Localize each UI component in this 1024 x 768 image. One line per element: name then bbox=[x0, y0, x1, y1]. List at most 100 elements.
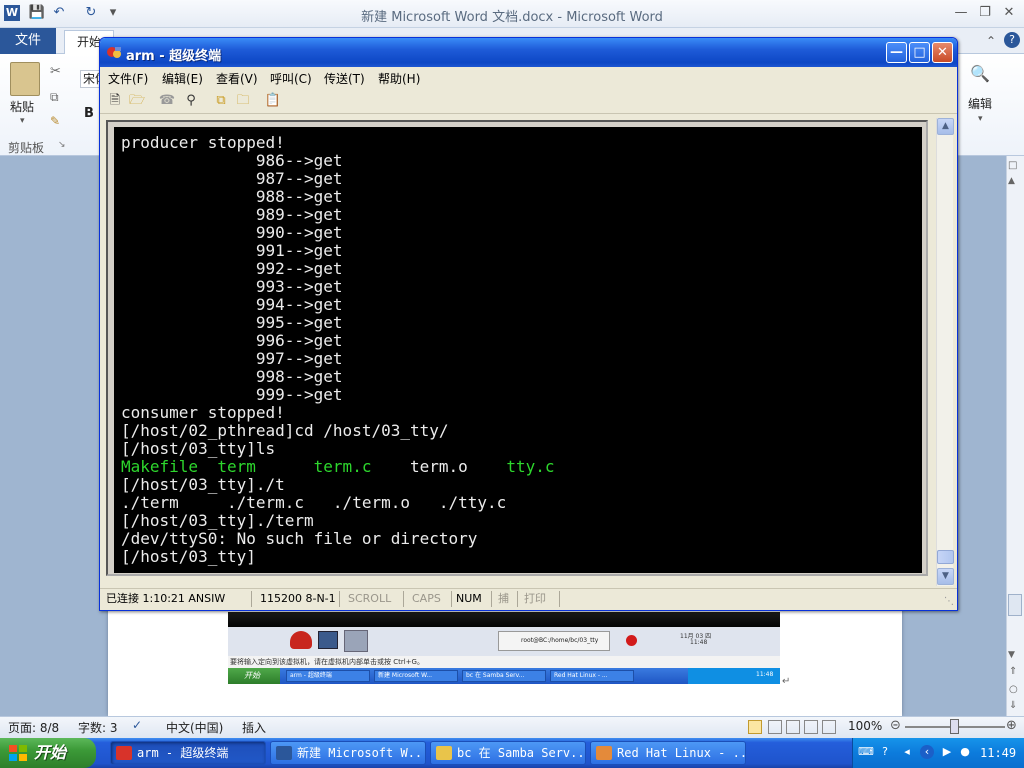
outline-view-icon[interactable] bbox=[804, 720, 818, 734]
language-status[interactable]: 中文(中国) bbox=[166, 719, 223, 736]
word-close-button[interactable]: ✕ bbox=[998, 5, 1020, 23]
terminal-icon bbox=[318, 631, 338, 649]
ime-icon[interactable]: ◂ bbox=[900, 745, 914, 759]
clipboard-group-label: 剪贴板 bbox=[8, 141, 45, 155]
antivirus-icon[interactable]: ● bbox=[958, 745, 972, 759]
insert-mode-status[interactable]: 插入 bbox=[242, 719, 266, 736]
zoom-in-icon[interactable]: ⊕ bbox=[1006, 718, 1017, 733]
terminal-line: [/host/03_tty]./term bbox=[121, 511, 314, 530]
hyperterminal-title: arm - 超级终端 bbox=[126, 49, 222, 64]
print-layout-view-icon[interactable] bbox=[748, 720, 762, 734]
copy-icon[interactable]: ⧉ bbox=[50, 90, 59, 105]
capture-status: 捕 bbox=[494, 591, 518, 607]
ruler-toggle-icon[interactable]: □ bbox=[1008, 160, 1017, 171]
tray-expand-icon[interactable]: ‹ bbox=[920, 745, 934, 759]
web-layout-view-icon[interactable] bbox=[786, 720, 800, 734]
word-vertical-scrollbar[interactable] bbox=[1006, 156, 1024, 716]
scroll-down-icon[interactable]: ▼ bbox=[1008, 650, 1015, 660]
task-hyperterminal[interactable]: arm - 超级终端 bbox=[110, 741, 266, 765]
clipboard-launcher-icon[interactable]: ↘ bbox=[58, 140, 66, 150]
cut-icon[interactable]: ✂ bbox=[50, 64, 61, 79]
tab-file[interactable]: 文件 bbox=[0, 28, 56, 54]
call-icon[interactable]: ☎ bbox=[158, 92, 176, 110]
folder-task-icon bbox=[436, 746, 452, 760]
terminal-scroll-thumb[interactable] bbox=[937, 550, 954, 564]
hyperterminal-window: arm - 超级终端 — □ ✕ 文件(F) 编辑(E) 查看(V) 呼叫(C)… bbox=[99, 37, 958, 611]
hyperterminal-maximize-button[interactable]: □ bbox=[909, 42, 930, 63]
terminal-line: 990-->get bbox=[121, 223, 343, 242]
draft-view-icon[interactable] bbox=[822, 720, 836, 734]
menu-call[interactable]: 呼叫(C) bbox=[270, 70, 312, 87]
hyperterminal-close-button[interactable]: ✕ bbox=[932, 42, 953, 63]
terminal-line: 988-->get bbox=[121, 187, 343, 206]
new-connection-icon[interactable]: 🗎 bbox=[106, 92, 124, 110]
select-browse-object-icon[interactable]: ○ bbox=[1009, 684, 1018, 695]
network-icon[interactable]: ▶ bbox=[940, 745, 954, 759]
task-word[interactable]: 新建 Microsoft W... bbox=[270, 741, 426, 765]
terminal-screen[interactable]: producer stopped! 986-->get 987-->get 98… bbox=[114, 127, 922, 573]
format-painter-icon[interactable]: ✎ bbox=[50, 114, 60, 128]
word-minimize-button[interactable]: — bbox=[950, 5, 972, 23]
terminal-line: [/host/03_tty]ls bbox=[121, 439, 276, 458]
vm-task-icon bbox=[596, 746, 612, 760]
scroll-status: SCROLL bbox=[344, 591, 404, 607]
menu-transfer[interactable]: 传送(T) bbox=[324, 70, 365, 87]
menu-file[interactable]: 文件(F) bbox=[108, 70, 148, 87]
terminal-line: [/host/03_tty] bbox=[121, 547, 256, 566]
word-scroll-thumb[interactable] bbox=[1008, 594, 1022, 616]
paste-icon[interactable] bbox=[10, 62, 40, 96]
terminal-line: 999-->get bbox=[121, 385, 343, 404]
word-count[interactable]: 字数: 3 bbox=[78, 719, 118, 736]
terminal-line: 998-->get bbox=[121, 367, 343, 386]
send-icon[interactable]: ⧉ bbox=[212, 92, 230, 110]
connection-status: 已连接 1:10:21 ANSIW bbox=[102, 591, 252, 607]
paste-dropdown-icon[interactable]: ▾ bbox=[20, 116, 25, 126]
terminal-line: [/host/02_pthread]cd /host/03_tty/ bbox=[121, 421, 449, 440]
ribbon-collapse-icon[interactable]: ⌃ bbox=[986, 34, 996, 48]
ls-entry: term.c bbox=[313, 457, 372, 476]
edit-group-label[interactable]: 编辑 bbox=[968, 95, 992, 112]
fullscreen-reading-view-icon[interactable] bbox=[768, 720, 782, 734]
find-icon[interactable]: 🔍 bbox=[970, 64, 990, 83]
zoom-level[interactable]: 100% bbox=[848, 719, 882, 733]
paste-label[interactable]: 粘贴 bbox=[10, 98, 34, 115]
receive-icon[interactable]: 🗀 bbox=[234, 92, 252, 110]
zoom-out-icon[interactable]: ⊝ bbox=[890, 718, 901, 733]
embedded-task-1: 新建 Microsoft W... bbox=[374, 670, 458, 682]
num-status: NUM bbox=[452, 591, 492, 607]
resize-grip-icon[interactable]: ⋱ bbox=[944, 596, 954, 607]
zoom-slider-thumb[interactable] bbox=[950, 719, 959, 734]
font-name-box[interactable]: 宋体 bbox=[80, 70, 100, 88]
disconnect-icon[interactable]: ⚲ bbox=[182, 92, 200, 110]
windows-logo-icon bbox=[9, 745, 27, 761]
next-page-icon[interactable]: ⇓ bbox=[1009, 700, 1017, 711]
terminal-output-after: [/host/03_tty]./t ./term ./term.c ./term.… bbox=[121, 476, 922, 566]
edit-dropdown-icon[interactable]: ▾ bbox=[978, 114, 983, 124]
terminal-vertical-scrollbar[interactable]: ▲ ▼ bbox=[936, 118, 954, 586]
task-samba[interactable]: bc 在 Samba Serv... bbox=[430, 741, 586, 765]
menu-edit[interactable]: 编辑(E) bbox=[162, 70, 203, 87]
word-restore-button[interactable]: ❐ bbox=[974, 5, 996, 23]
embedded-window-button: root@BC:/home/bc/03_tty bbox=[498, 631, 610, 651]
open-icon[interactable]: 🗁 bbox=[128, 92, 146, 110]
help-tray-icon[interactable]: ? bbox=[878, 745, 892, 759]
prev-page-icon[interactable]: ⇑ bbox=[1009, 666, 1017, 677]
embedded-vm-message: 要将输入定向到该虚拟机，请在虚拟机内部单击或按 Ctrl+G。 bbox=[228, 656, 780, 668]
keyboard-icon[interactable]: ⌨ bbox=[858, 745, 874, 759]
hyperterminal-titlebar[interactable] bbox=[100, 38, 957, 67]
terminal-scroll-down-icon[interactable]: ▼ bbox=[937, 568, 954, 585]
terminal-line: 993-->get bbox=[121, 277, 343, 296]
redhat-icon bbox=[290, 631, 312, 649]
hyperterminal-minimize-button[interactable]: — bbox=[886, 42, 907, 63]
page-count[interactable]: 页面: 8/8 bbox=[8, 719, 59, 736]
properties-icon[interactable]: 📋 bbox=[264, 92, 282, 110]
help-icon[interactable]: ? bbox=[1004, 32, 1020, 48]
bold-button[interactable]: B bbox=[84, 106, 94, 121]
terminal-scroll-up-icon[interactable]: ▲ bbox=[937, 118, 954, 135]
proofing-icon[interactable]: ✓ bbox=[132, 718, 142, 732]
scroll-up-icon[interactable]: ▲ bbox=[1008, 176, 1015, 186]
menu-view[interactable]: 查看(V) bbox=[216, 70, 258, 87]
task-redhat[interactable]: Red Hat Linux - ... bbox=[590, 741, 746, 765]
embedded-tray-time: 11:48 bbox=[756, 671, 774, 678]
menu-help[interactable]: 帮助(H) bbox=[378, 70, 420, 87]
